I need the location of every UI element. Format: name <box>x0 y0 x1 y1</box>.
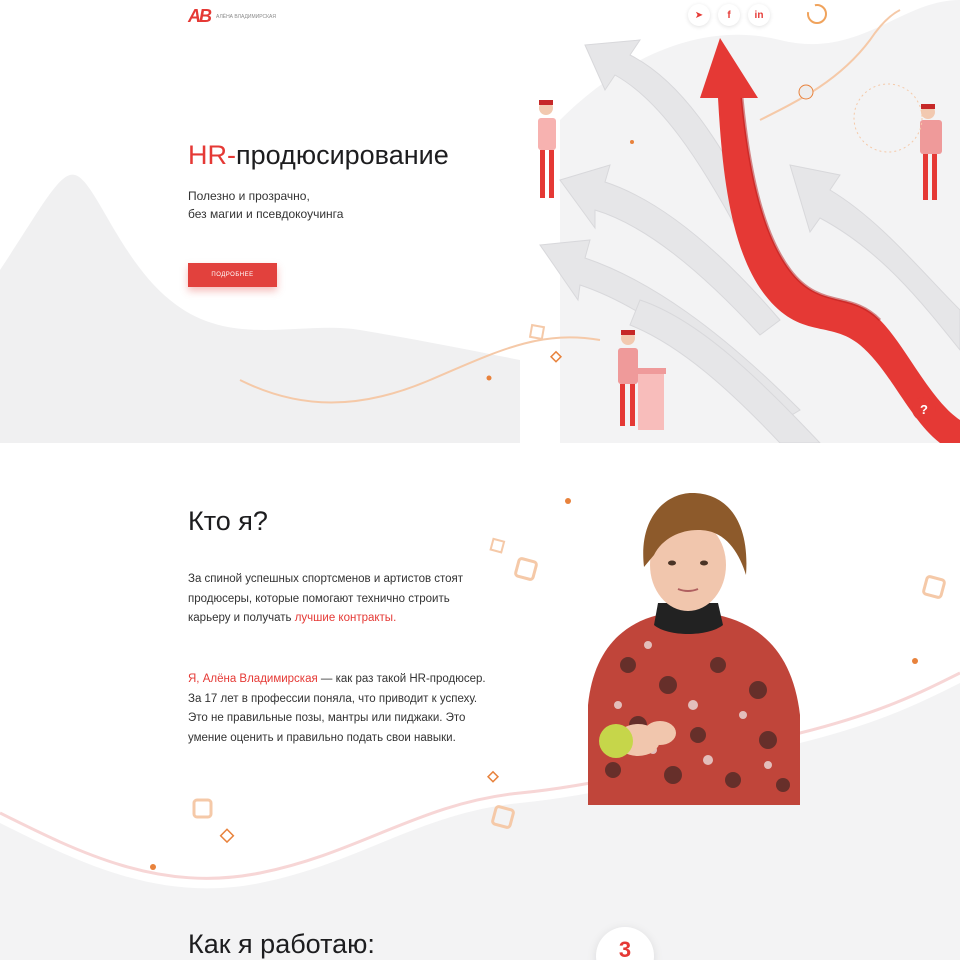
logo-mark: AB <box>188 6 212 26</box>
hero-title-accent: HR- <box>188 140 236 170</box>
help-button[interactable]: ? <box>912 397 936 421</box>
logo[interactable]: AB Алёна Владимирская <box>188 6 276 27</box>
portrait-photo <box>588 493 800 805</box>
hero-section: AB Алёна Владимирская ➤ f in HR-продюсир… <box>0 0 960 443</box>
person-thinking-illustration <box>538 100 556 198</box>
about-title: Кто я? <box>188 506 268 536</box>
about-p2-highlight: Я, Алёна Владимирская <box>188 673 318 685</box>
hero-subtitle-line2: без магии и псевдокоучинга <box>188 207 344 221</box>
about-p1-highlight: лучшие контракты. <box>294 612 397 624</box>
hero-title-rest: продюсирование <box>236 140 449 170</box>
hero-illustration <box>0 0 960 443</box>
more-button[interactable]: подробнее <box>188 263 277 287</box>
hero-subtitle: Полезно и прозрачно, без магии и псевдок… <box>188 187 448 223</box>
telegram-icon[interactable]: ➤ <box>688 4 710 26</box>
linkedin-icon[interactable]: in <box>748 4 770 26</box>
about-paragraph-1: За спиной успешных спортсменов и артисто… <box>188 570 488 629</box>
hero-title: HR-продюсирование <box>188 140 449 171</box>
hero-subtitle-line1: Полезно и прозрачно, <box>188 189 310 203</box>
facebook-icon[interactable]: f <box>718 4 740 26</box>
about-section: Кто я? За спиной успешных спортсменов и … <box>0 443 960 960</box>
logo-name: Алёна Владимирская <box>216 13 276 20</box>
about-paragraph-2: Я, Алёна Владимирская — как раз такой HR… <box>188 670 488 748</box>
social-links: ➤ f in <box>688 4 770 26</box>
process-title: Как я работаю: <box>188 929 375 959</box>
